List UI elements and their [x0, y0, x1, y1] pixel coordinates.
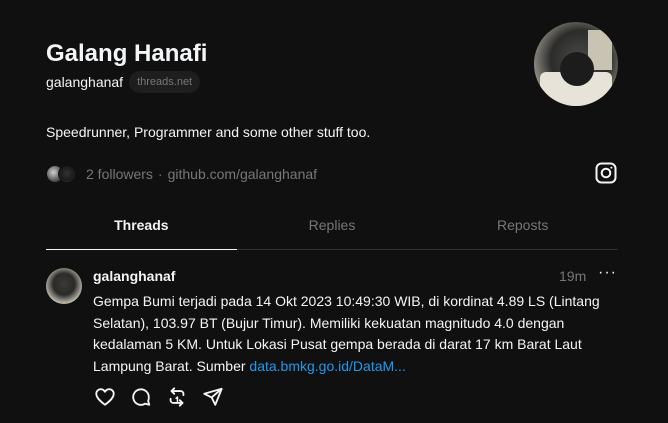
tab-reposts[interactable]: Reposts	[427, 206, 618, 249]
profile-handle: galanghanaf	[46, 74, 124, 90]
post-link[interactable]: data.bmkg.go.id/DataM...	[249, 358, 405, 374]
post-text: Gempa Bumi terjadi pada 14 Okt 2023 10:4…	[93, 291, 608, 377]
tab-threads[interactable]: Threads	[46, 206, 237, 250]
repost-icon[interactable]	[166, 386, 188, 408]
avatar-head-shape	[560, 52, 594, 86]
share-icon[interactable]	[202, 386, 224, 408]
tab-replies[interactable]: Replies	[237, 206, 428, 249]
handle-row: galanghanaf threads.net	[46, 71, 201, 93]
domain-pill[interactable]: threads.net	[129, 71, 201, 93]
post-actions	[94, 386, 224, 408]
post-time: 19m	[559, 268, 587, 284]
followers-row: 2 followers · github.com/galanghanaf	[46, 165, 317, 183]
profile-link[interactable]: github.com/galanghanaf	[168, 166, 317, 182]
post-avatar[interactable]	[46, 268, 82, 304]
follower-avatar	[58, 165, 76, 183]
profile-tabs: Threads Replies Reposts	[46, 206, 618, 250]
profile-name: Galang Hanafi	[46, 40, 208, 67]
post-username[interactable]: galanghanaf	[93, 268, 175, 284]
comment-icon[interactable]	[130, 386, 152, 408]
profile-bio: Speedrunner, Programmer and some other s…	[46, 124, 371, 140]
followers-count[interactable]: 2 followers	[86, 166, 153, 182]
separator: ·	[157, 166, 163, 182]
more-options-icon[interactable]: ···	[598, 264, 617, 282]
profile-avatar[interactable]	[534, 22, 618, 106]
instagram-icon[interactable]	[594, 161, 618, 185]
heart-icon[interactable]	[94, 386, 116, 408]
